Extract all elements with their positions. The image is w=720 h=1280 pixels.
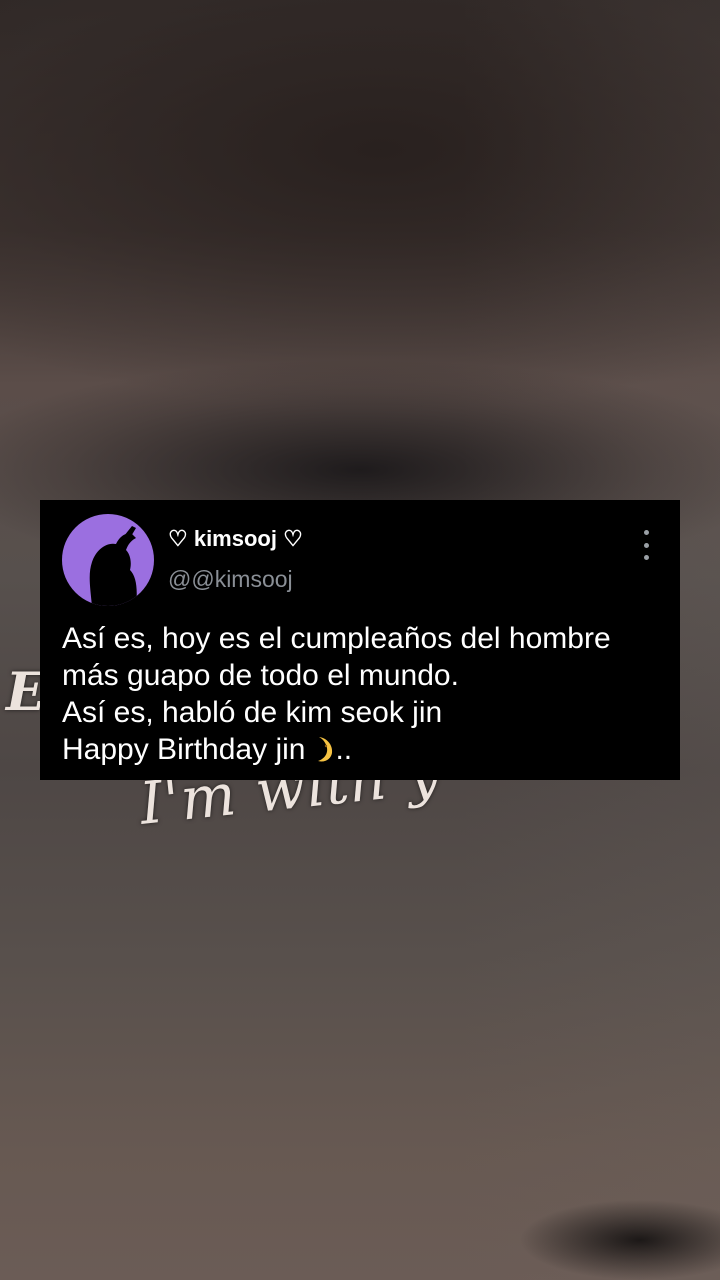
avatar[interactable] (62, 514, 154, 606)
tweet-line-text: Happy Birthday jin (62, 733, 306, 766)
tweet-line: más guapo de todo el mundo. (62, 659, 459, 692)
silhouette-icon (89, 526, 137, 606)
dot (643, 530, 649, 535)
tweet-suffix: .. (335, 733, 353, 766)
crescent-moon-icon (318, 737, 333, 762)
tweet-line: Así es, hoy es el cumpleaños del hombre (62, 622, 611, 655)
dot (643, 555, 649, 560)
tweet-text: Así es, hoy es el cumpleaños del hombre … (62, 620, 662, 768)
display-name[interactable]: ♡ kimsooj ♡ (168, 526, 303, 552)
more-vertical-icon[interactable] (642, 530, 650, 560)
tweet-line-last: Happy Birthday jin.. (62, 731, 662, 768)
dot (643, 542, 649, 548)
user-handle[interactable]: @@kimsooj (168, 566, 293, 593)
tweet-card: ♡ kimsooj ♡ @@kimsooj Así es, hoy es el … (40, 500, 680, 780)
tweet-line: Así es, habló de kim seok jin (62, 696, 443, 729)
